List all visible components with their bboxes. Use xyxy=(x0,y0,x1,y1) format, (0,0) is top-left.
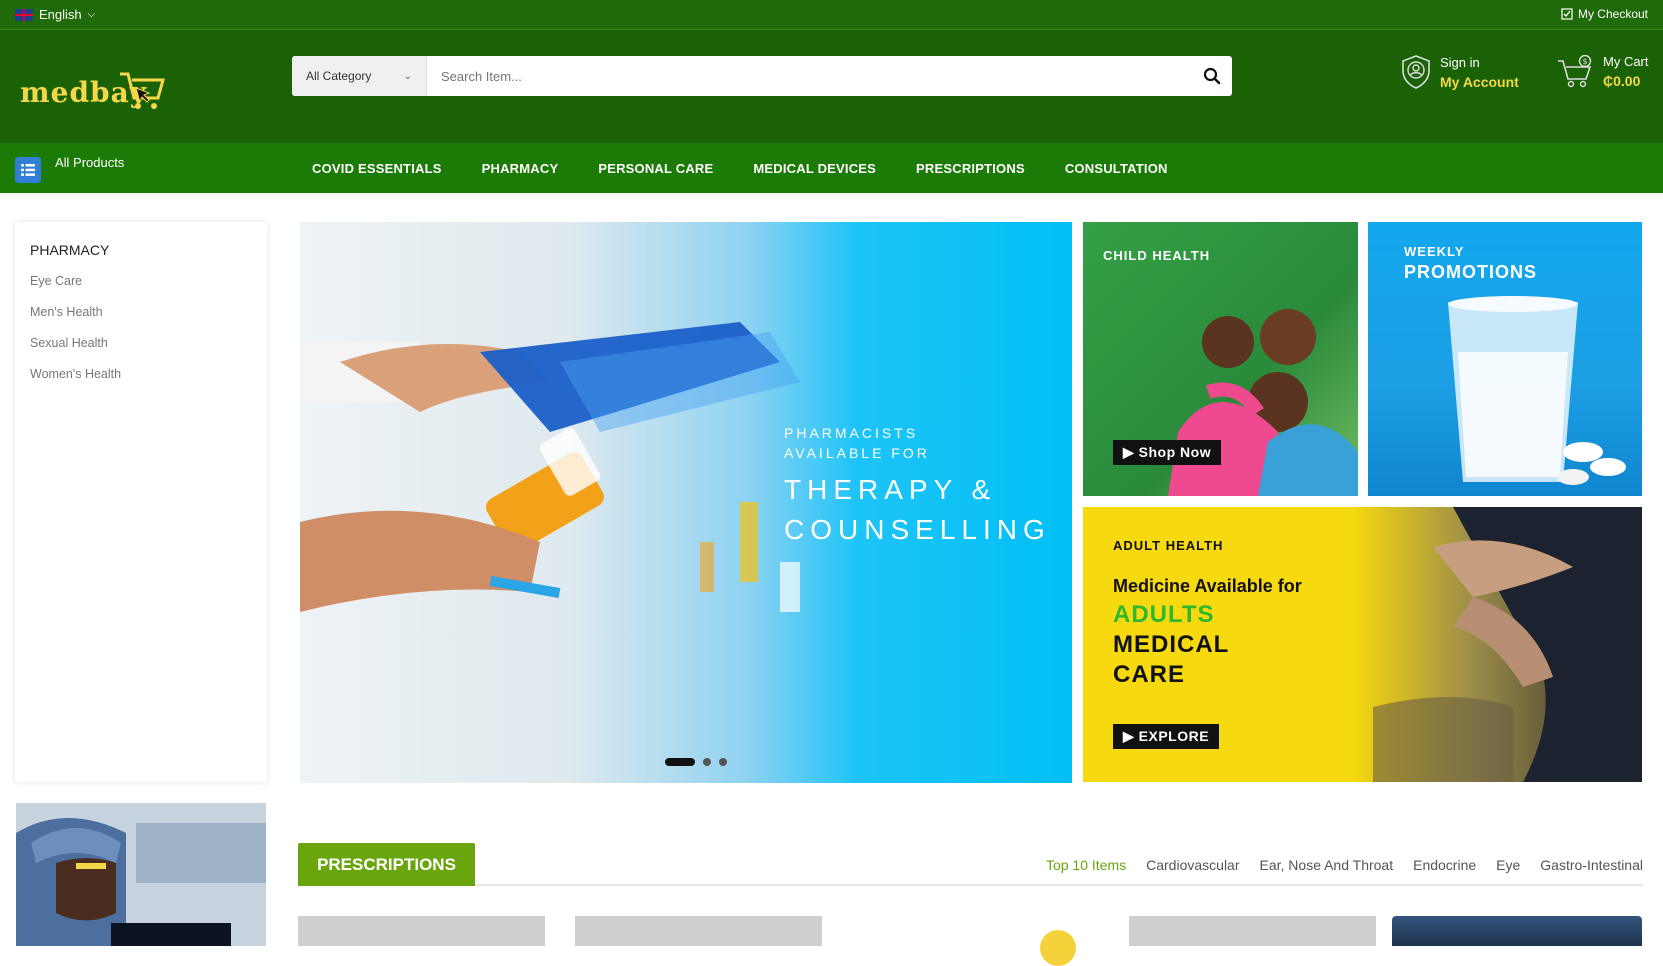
category-label: All Category xyxy=(306,69,372,83)
search-bar: All Category ⌄ xyxy=(292,56,1232,96)
tab-gastro-intestinal[interactable]: Gastro-Intestinal xyxy=(1540,857,1643,873)
my-account-label: My Account xyxy=(1440,73,1519,90)
language-label: English xyxy=(39,7,82,22)
nav-consultation[interactable]: CONSULTATION xyxy=(1065,161,1168,176)
hero-caption-line: PHARMACISTS xyxy=(784,425,919,441)
explore-label: EXPLORE xyxy=(1138,728,1210,744)
product-card[interactable] xyxy=(298,916,545,946)
adult-health-banner[interactable]: ADULT HEALTH Medicine Available for ADUL… xyxy=(1083,507,1642,782)
slider-dot-2[interactable] xyxy=(703,758,711,766)
cart-total: ₵0.00 xyxy=(1603,73,1641,89)
my-checkout-link[interactable]: My Checkout xyxy=(1561,7,1648,21)
product-card[interactable] xyxy=(1129,916,1376,946)
nav-personal-care[interactable]: PERSONAL CARE xyxy=(598,161,713,176)
hero-headline-line: THERAPY & xyxy=(784,474,997,505)
adult-line1: Medicine Available for xyxy=(1113,576,1302,596)
language-selector[interactable]: English ⌵ xyxy=(15,7,95,22)
adult-line4: CARE xyxy=(1113,661,1186,688)
product-card[interactable] xyxy=(852,916,1099,966)
top-bar: English ⌵ My Checkout xyxy=(0,0,1663,30)
checkout-label: My Checkout xyxy=(1577,7,1648,21)
check-square-icon xyxy=(1561,8,1573,20)
sidebar-item-mens-health[interactable]: Men's Health xyxy=(30,305,267,319)
sidebar-item-sexual-health[interactable]: Sexual Health xyxy=(30,336,267,350)
header: medbay All Category ⌄ Sign in My Account xyxy=(0,30,1663,143)
adult-line2: ADULTS xyxy=(1113,601,1215,628)
child-health-banner[interactable]: CHILD HEALTH ▶ Shop Now xyxy=(1083,222,1358,496)
pharmacist-hands-image xyxy=(300,322,800,612)
category-sidebar: PHARMACY Eye Care Men's Health Sexual He… xyxy=(15,222,267,782)
shopping-cart-icon: $ xyxy=(1558,54,1592,87)
banner-line1: WEEKLY xyxy=(1404,244,1465,259)
hero-slider[interactable]: PHARMACISTS AVAILABLE FOR THERAPY & COUN… xyxy=(300,222,1072,783)
nav-menu: COVID ESSENTIALS PHARMACY PERSONAL CARE … xyxy=(312,143,1168,193)
nav-covid-essentials[interactable]: COVID ESSENTIALS xyxy=(312,161,442,176)
account-link[interactable]: Sign in My Account xyxy=(1400,54,1519,90)
chevron-down-icon: ⌵ xyxy=(87,9,96,20)
surgeon-promo-image[interactable] xyxy=(16,803,266,946)
glass-tablets-image xyxy=(1448,296,1626,485)
all-products-button[interactable]: All Products xyxy=(15,155,125,183)
cart-logo-icon xyxy=(120,72,165,109)
signin-label: Sign in xyxy=(1440,54,1480,70)
elderly-hands-image xyxy=(1373,507,1642,782)
sidebar-item-womens-health[interactable]: Women's Health xyxy=(30,367,267,381)
main-nav: All Products COVID ESSENTIALS PHARMACY P… xyxy=(0,143,1663,193)
nav-prescriptions[interactable]: PRESCRIPTIONS xyxy=(916,161,1025,176)
search-icon xyxy=(1203,67,1221,85)
explore-button[interactable]: ▶ EXPLORE xyxy=(1113,724,1220,749)
search-input[interactable] xyxy=(427,56,1192,96)
prescriptions-heading: PRESCRIPTIONS xyxy=(298,843,475,886)
sidebar-item-eye-care[interactable]: Eye Care xyxy=(30,274,267,288)
nav-medical-devices[interactable]: MEDICAL DEVICES xyxy=(753,161,876,176)
prescription-tabs: Top 10 Items Cardiovascular Ear, Nose An… xyxy=(1046,857,1643,873)
all-products-label: All Products xyxy=(55,155,125,170)
hero-caption-big: THERAPY & COUNSELLING xyxy=(784,470,1051,550)
slider-dot-1[interactable] xyxy=(665,758,695,766)
user-shield-icon xyxy=(1402,55,1430,89)
category-dropdown[interactable]: All Category ⌄ xyxy=(292,56,427,96)
hero-caption-small: PHARMACISTS AVAILABLE FOR xyxy=(784,423,930,463)
surgeon-image xyxy=(16,803,266,946)
slider-dots xyxy=(665,758,727,766)
logo[interactable]: medbay xyxy=(18,58,168,118)
search-button[interactable] xyxy=(1192,56,1232,96)
shop-now-button[interactable]: ▶ Shop Now xyxy=(1113,440,1222,465)
tab-eye[interactable]: Eye xyxy=(1496,857,1520,873)
banner-title: CHILD HEALTH xyxy=(1103,248,1211,263)
slider-dot-3[interactable] xyxy=(719,758,727,766)
tab-ear-nose-throat[interactable]: Ear, Nose And Throat xyxy=(1260,857,1394,873)
uk-flag-icon xyxy=(15,8,33,21)
section-divider xyxy=(298,884,1643,886)
adult-line3: MEDICAL xyxy=(1113,631,1230,658)
banner-line2: PROMOTIONS xyxy=(1404,262,1538,282)
hero-caption-line: AVAILABLE FOR xyxy=(784,445,930,461)
weekly-promotions-banner[interactable]: WEEKLY PROMOTIONS xyxy=(1368,222,1642,496)
my-cart-label: My Cart xyxy=(1603,54,1649,69)
hero-headline-line: COUNSELLING xyxy=(784,514,1051,545)
tab-cardiovascular[interactable]: Cardiovascular xyxy=(1146,857,1239,873)
chevron-down-icon: ⌄ xyxy=(403,70,412,82)
cart-link[interactable]: $ My Cart ₵0.00 xyxy=(1557,54,1649,89)
svg-text:$: $ xyxy=(1582,57,1587,66)
product-card[interactable] xyxy=(575,916,822,946)
nav-pharmacy[interactable]: PHARMACY xyxy=(482,161,559,176)
sidebar-heading[interactable]: PHARMACY xyxy=(30,242,267,258)
shop-now-label: Shop Now xyxy=(1138,444,1212,460)
adult-title: ADULT HEALTH xyxy=(1113,538,1224,553)
tab-endocrine[interactable]: Endocrine xyxy=(1413,857,1476,873)
product-card[interactable] xyxy=(1392,916,1642,946)
product-badge xyxy=(1040,930,1076,966)
list-icon xyxy=(15,157,41,183)
tab-top-10-items[interactable]: Top 10 Items xyxy=(1046,857,1126,873)
